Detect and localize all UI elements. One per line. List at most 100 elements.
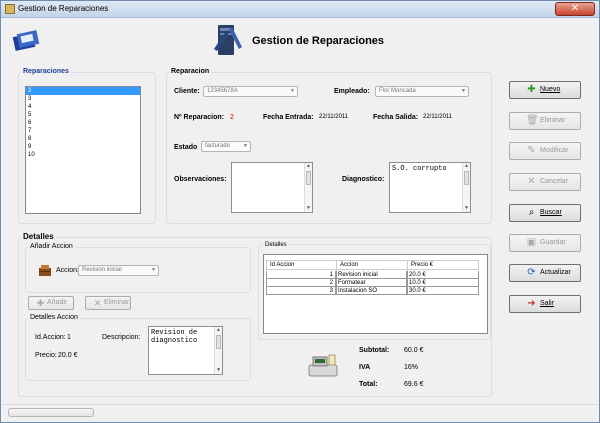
list-item[interactable]: 8 [26, 135, 140, 143]
guardar-label: Guardar [540, 239, 566, 246]
table-cell: Formatear [336, 279, 407, 287]
list-item[interactable]: 6 [26, 119, 140, 127]
repair-logo-icon [12, 30, 40, 51]
app-window: Gestion de Reparaciones ✕ Gestion de Rep… [0, 0, 600, 423]
salir-button[interactable]: ➜ Salir [509, 295, 581, 313]
list-item[interactable]: 5 [26, 111, 140, 119]
id-accion-value: 1 [67, 334, 71, 341]
close-button[interactable]: ✕ [555, 2, 595, 16]
cancelar-button[interactable]: ✕ Cancelar [509, 173, 581, 191]
trash-icon: 🗑 [526, 115, 539, 126]
fecha-entrada-value: 22/11/2011 [319, 114, 349, 120]
chevron-down-icon: ▼ [290, 88, 295, 94]
plus-icon: ✚ [527, 84, 536, 95]
table-row[interactable]: 2 Formatear 10.0 € [266, 279, 479, 287]
title-bar[interactable]: Gestion de Reparaciones ✕ [1, 1, 599, 18]
list-item[interactable]: 7 [26, 127, 140, 135]
list-item[interactable]: 3 [26, 95, 140, 103]
descripcion-text: Revision de diagnostico [151, 329, 198, 345]
accion-select[interactable]: Revision inicial ▼ [78, 265, 159, 276]
buscar-button[interactable]: ⌕ Buscar [509, 204, 581, 222]
salir-label: Salir [540, 300, 555, 307]
save-icon: ▣ [526, 237, 537, 248]
scroll-up-icon[interactable]: ▲ [305, 163, 312, 170]
cliente-select[interactable]: 12345678A ▼ [203, 86, 298, 97]
modificar-button[interactable]: ✎ Modificar [509, 142, 581, 160]
total-label: Total: [359, 381, 378, 388]
chevron-down-icon: ▼ [461, 88, 466, 94]
list-item[interactable]: 10 [26, 151, 140, 159]
cash-register-icon [308, 354, 338, 377]
scroll-down-icon[interactable]: ▼ [305, 205, 312, 212]
reparaciones-list[interactable]: 2 3 4 5 6 7 8 9 10 [25, 86, 141, 214]
cliente-value: 12345678A [207, 88, 238, 94]
table-cell: Revision inicial [336, 271, 407, 279]
list-item[interactable]: 9 [26, 143, 140, 151]
cancel-icon: ✕ [93, 298, 102, 308]
detalles-table[interactable]: Id Accion Accion Precio € 1 Revision ini… [263, 254, 488, 334]
diagnostico-text: S.O. corrupto [392, 165, 447, 173]
estado-label: Estado [174, 144, 198, 151]
scroll-thumb[interactable] [306, 171, 311, 185]
column-header[interactable]: Precio € [408, 261, 479, 271]
accion-value: Revision inicial [82, 267, 122, 273]
diagnostico-textarea[interactable]: S.O. corrupto ▲ ▼ [389, 162, 471, 213]
table-cell: 20.0 € [407, 271, 479, 279]
diagnostico-scrollbar[interactable]: ▲ ▼ [462, 163, 470, 212]
empleado-label: Empleado: [334, 88, 370, 95]
anadir-button[interactable]: ✚ Añadir [28, 296, 74, 310]
table-cell: Instalacion SO [336, 287, 407, 295]
exit-icon: ➜ [527, 298, 536, 309]
list-item[interactable]: 2 [26, 87, 140, 95]
precio-label: Precio: [35, 352, 57, 359]
nuevo-button[interactable]: ✚ Nuevo [509, 81, 581, 99]
empleado-value: Flor Moncada [379, 88, 416, 94]
actualizar-label: Actualizar [540, 269, 571, 276]
fecha-salida-value: 22/11/2011 [423, 114, 453, 120]
scroll-thumb[interactable] [216, 335, 221, 349]
observaciones-textarea[interactable]: ▲ ▼ [231, 162, 313, 213]
plus-icon: ✚ [36, 298, 45, 308]
scroll-down-icon[interactable]: ▼ [215, 367, 222, 374]
cancelar-label: Cancelar [540, 178, 569, 185]
estado-select[interactable]: facturado ▼ [201, 141, 251, 152]
scroll-up-icon[interactable]: ▲ [215, 327, 222, 334]
list-item[interactable]: 4 [26, 103, 140, 111]
search-icon: ⌕ [528, 207, 535, 218]
header: Gestion de Reparaciones [2, 19, 598, 59]
descripcion-label: Descripcion: [102, 334, 141, 341]
edit-icon: ✎ [527, 145, 536, 156]
descripcion-scrollbar[interactable]: ▲ ▼ [214, 327, 222, 374]
anadir-label: Añadir [47, 299, 68, 306]
column-header[interactable]: Id Accion [267, 261, 337, 271]
fecha-salida-label: Fecha Salida: [373, 114, 419, 121]
eliminar-accion-button[interactable]: ✕ Eliminar [85, 296, 131, 310]
eliminar-label: Eliminar [540, 117, 566, 124]
window-title: Gestion de Reparaciones [18, 4, 109, 13]
total-value: 69.6 € [404, 381, 424, 388]
descripcion-textarea[interactable]: Revision de diagnostico ▲ ▼ [148, 326, 223, 375]
table-cell: 2 [266, 279, 336, 287]
scroll-up-icon[interactable]: ▲ [463, 163, 470, 170]
iva-label: IVA [359, 364, 371, 371]
subtotal-label: Subtotal: [359, 347, 390, 354]
reparaciones-title: Reparaciones [21, 68, 71, 75]
table-row[interactable]: 1 Revision inicial 20.0 € [266, 271, 479, 279]
observaciones-scrollbar[interactable]: ▲ ▼ [304, 163, 312, 212]
iva-value: 16% [404, 364, 419, 371]
actualizar-button[interactable]: ⟳ Actualizar [509, 264, 581, 282]
horizontal-scrollbar[interactable] [8, 408, 94, 417]
refresh-icon: ⟳ [527, 267, 536, 278]
eliminar-button[interactable]: 🗑 Eliminar [509, 112, 581, 130]
empleado-select[interactable]: Flor Moncada ▼ [375, 86, 469, 97]
id-accion-label: Id.Accion: [35, 334, 66, 341]
reparacion-title: Reparacion [169, 68, 212, 75]
table-header: Id Accion Accion Precio € [266, 260, 479, 271]
scroll-down-icon[interactable]: ▼ [463, 205, 470, 212]
guardar-button[interactable]: ▣ Guardar [509, 234, 581, 252]
scroll-thumb[interactable] [464, 171, 469, 185]
table-row[interactable]: 3 Instalacion SO 30.0 € [266, 287, 479, 295]
toolbox-icon [39, 265, 51, 276]
column-header[interactable]: Accion [337, 261, 408, 271]
computer-tools-icon [214, 25, 242, 55]
